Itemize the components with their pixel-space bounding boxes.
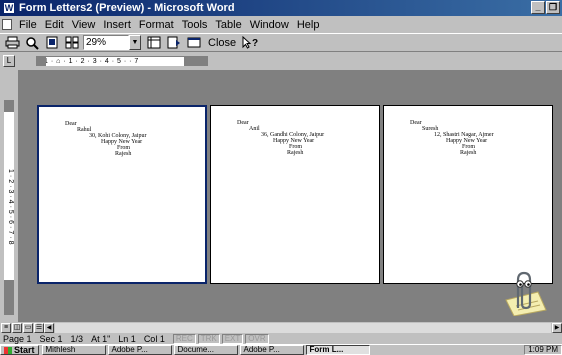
restore-button[interactable]: ❐	[546, 1, 560, 14]
page-preview-3[interactable]: Dear Suresh 12, Shastri Nagar, Ajmer Hap…	[383, 105, 553, 284]
page-preview-2[interactable]: Dear Anil 36, Gandhi Colony, Jaipur Happ…	[210, 105, 380, 284]
status-section: Sec 1	[39, 333, 63, 344]
tray-clock[interactable]: 1:09 PM	[528, 346, 558, 354]
system-tray: 1:09 PM	[524, 345, 562, 355]
menu-file[interactable]: File	[15, 19, 41, 31]
taskbar-item[interactable]: Docume...	[173, 345, 238, 355]
magnifier-icon[interactable]	[23, 35, 41, 51]
status-rec[interactable]: REC	[172, 333, 196, 344]
start-label: Start	[14, 345, 35, 355]
window-title: Form Letters2 (Preview) - Microsoft Word	[19, 2, 235, 14]
svg-text:?: ?	[252, 38, 258, 49]
one-page-icon[interactable]	[43, 35, 61, 51]
word-app-icon[interactable]: W	[3, 2, 15, 14]
status-trk[interactable]: TRK	[197, 333, 220, 344]
letter-content: Dear Rahul 30, Kohi Colony, Jaipur Happy…	[39, 121, 205, 157]
horizontal-scrollbar[interactable]: ≡ ◫ ▭ ☰ ◀ ▶	[0, 322, 562, 333]
office-assistant-icon[interactable]	[498, 270, 550, 317]
status-at: At 1"	[91, 333, 111, 344]
start-button[interactable]: Start	[0, 345, 39, 355]
letter-content: Dear Anil 36, Gandhi Colony, Jaipur Happ…	[211, 120, 379, 156]
page-preview-1[interactable]: Dear Rahul 30, Kohi Colony, Jaipur Happy…	[37, 105, 207, 284]
taskbar-item[interactable]: Mithlesh	[41, 345, 106, 355]
vertical-ruler-bar: 1·2·3·4·5·6·7·8	[0, 70, 18, 322]
print-layout-view-icon[interactable]: ▭	[23, 322, 33, 333]
windows-taskbar: Start Mithlesh Adobe P... Docume... Adob…	[0, 344, 562, 355]
context-help-icon[interactable]: ?	[239, 35, 265, 51]
close-preview-label: Close	[208, 36, 237, 49]
close-preview-button[interactable]: Close	[205, 35, 239, 51]
status-bar: Page 1 Sec 1 1/3 At 1" Ln 1 Col 1 REC TR…	[0, 333, 562, 344]
normal-view-icon[interactable]: ≡	[1, 322, 11, 333]
web-layout-view-icon[interactable]: ◫	[12, 322, 22, 333]
taskbar-item[interactable]: Adobe P...	[107, 345, 172, 355]
menu-insert[interactable]: Insert	[99, 19, 135, 31]
sender-name: Rajesh	[460, 150, 477, 156]
right-margin-marker[interactable]	[184, 56, 208, 66]
menu-table[interactable]: Table	[211, 19, 245, 31]
preview-area: Dear Rahul 30, Kohi Colony, Jaipur Happy…	[18, 70, 562, 322]
print-icon[interactable]	[3, 35, 21, 51]
left-margin-marker[interactable]	[36, 56, 46, 66]
status-column: Col 1	[143, 333, 165, 344]
taskbar-item[interactable]: Adobe P...	[239, 345, 304, 355]
windows-logo-icon	[4, 346, 12, 354]
taskbar-item-active[interactable]: Form L...	[305, 345, 370, 355]
letter-content: Dear Suresh 12, Shastri Nagar, Ajmer Hap…	[384, 120, 552, 156]
sender-name: Rajesh	[287, 150, 304, 156]
status-ovr[interactable]: OVR	[245, 333, 269, 344]
tab-selector-icon[interactable]: L	[3, 55, 15, 67]
status-page: Page 1	[3, 333, 32, 344]
document-icon[interactable]	[2, 19, 12, 30]
menu-tools[interactable]: Tools	[178, 19, 212, 31]
zoom-input[interactable]: 29%	[83, 35, 129, 50]
shrink-to-fit-icon[interactable]	[165, 35, 183, 51]
scroll-right-arrow-icon[interactable]: ▶	[552, 322, 562, 333]
menu-window[interactable]: Window	[246, 19, 293, 31]
scroll-track[interactable]	[55, 322, 551, 333]
scroll-left-arrow-icon[interactable]: ◀	[44, 322, 54, 333]
menu-edit[interactable]: Edit	[41, 19, 68, 31]
sender-name: Rajesh	[115, 151, 132, 157]
multiple-pages-icon[interactable]	[63, 35, 81, 51]
horizontal-ruler-row: L 1 · ⌂ · 1 · 2 · 3 · 4 · 5 · · 7	[0, 54, 562, 68]
title-bar: W Form Letters2 (Preview) - Microsoft Wo…	[0, 0, 562, 16]
print-preview-toolbar: 29% ▼ Close ?	[0, 33, 562, 52]
full-screen-icon[interactable]	[185, 35, 203, 51]
outline-view-icon[interactable]: ☰	[34, 322, 44, 333]
menu-help[interactable]: Help	[293, 19, 324, 31]
status-line: Ln 1	[118, 333, 136, 344]
view-ruler-icon[interactable]	[145, 35, 163, 51]
menu-view[interactable]: View	[68, 19, 100, 31]
menu-format[interactable]: Format	[135, 19, 178, 31]
minimize-button[interactable]: _	[531, 1, 545, 14]
top-margin-marker[interactable]	[4, 100, 14, 112]
status-page-count: 1/3	[70, 333, 84, 344]
horizontal-ruler[interactable]: 1 · ⌂ · 1 · 2 · 3 · 4 · 5 · · 7	[36, 56, 208, 66]
status-ext[interactable]: EXT	[221, 333, 244, 344]
zoom-dropdown-arrow-icon[interactable]: ▼	[129, 35, 141, 50]
menu-bar: File Edit View Insert Format Tools Table…	[0, 17, 562, 32]
bottom-margin-marker[interactable]	[4, 280, 14, 315]
